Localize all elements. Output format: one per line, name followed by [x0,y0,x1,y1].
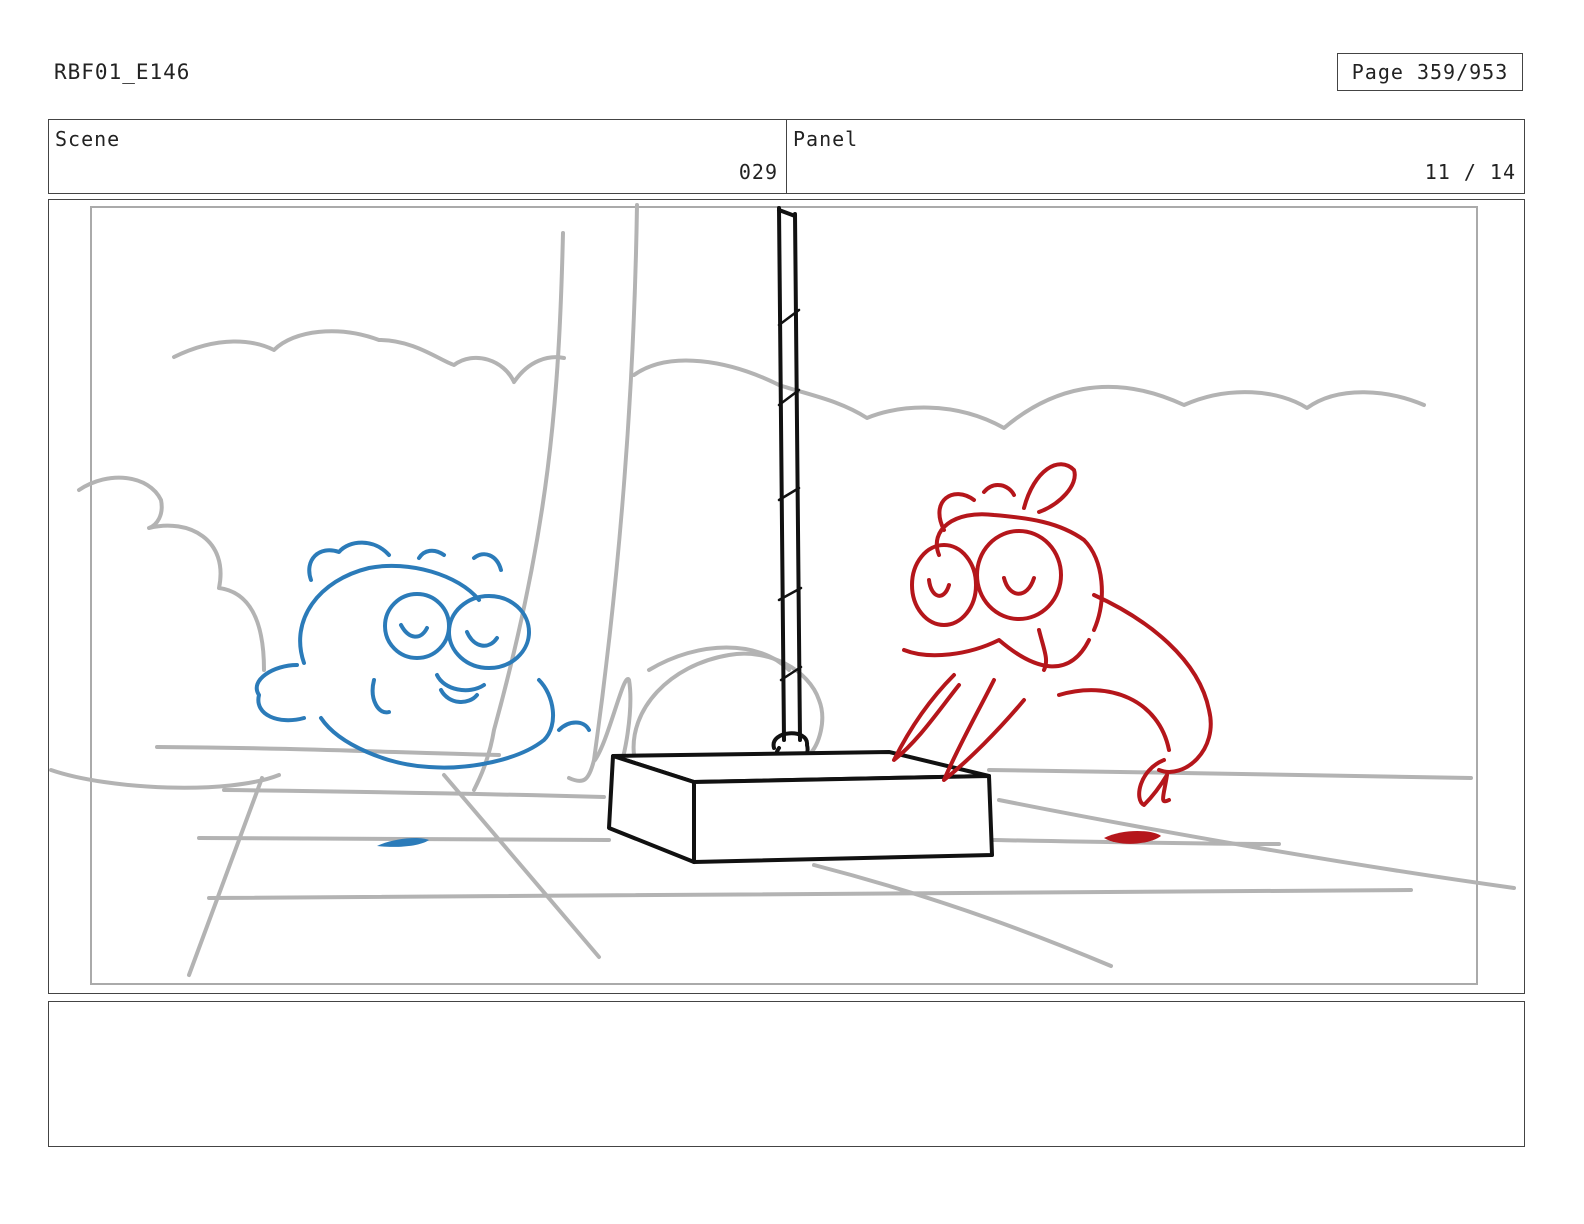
red-foot [1137,758,1171,807]
floor-line-2 [49,768,281,790]
panel-label: Panel [793,127,859,151]
blue-smile [435,673,486,704]
page-number: Page 359/953 [1337,53,1523,91]
background-creature [631,651,825,757]
scene-cell: Scene 029 [49,120,786,193]
floor-line-10 [187,776,264,977]
floor-line-11 [442,773,601,959]
panel-cell: Panel 11 / 14 [786,120,1524,193]
red-eye-right [975,529,1063,621]
panel-number: 11 / 14 [1424,160,1516,184]
red-back [1092,593,1213,774]
floor-line-1 [155,745,501,757]
red-eye-left [910,543,978,627]
bush-left [77,475,266,672]
scene-number: 029 [738,160,778,184]
pillar-right-edge [567,203,639,783]
base-box [607,750,994,864]
pillar-left-edge [472,231,565,792]
blue-ear [254,663,306,723]
red-hair-curl [1022,462,1077,514]
production-id: RBF01_E146 [54,60,191,84]
floor-line-3 [222,788,606,799]
blue-tufts [417,548,503,572]
blue-character [254,540,591,770]
floor-line-9 [812,863,1113,968]
pole-top [777,208,797,218]
red-jaw [902,638,1091,669]
blue-paw [557,720,591,732]
red-belly [1057,688,1171,752]
blue-cheek [370,678,391,715]
storyboard-drawing [49,203,1516,985]
panel-header: Scene 029 Panel 11 / 14 [48,119,1525,194]
floor-line-7 [207,888,1413,900]
storyboard-panel [48,199,1525,994]
cloud-right [632,358,1426,430]
red-character [892,462,1213,807]
base-front [692,774,994,864]
floor-line-4 [987,768,1473,780]
cloud-left [172,329,566,384]
notes-box [48,1001,1525,1147]
red-arm-left [892,673,961,762]
blue-eye-left [383,592,451,660]
pole-right-edge [793,212,802,742]
pole-prop [771,206,810,768]
scene-label: Scene [55,127,121,151]
red-arm-right [942,678,1026,782]
